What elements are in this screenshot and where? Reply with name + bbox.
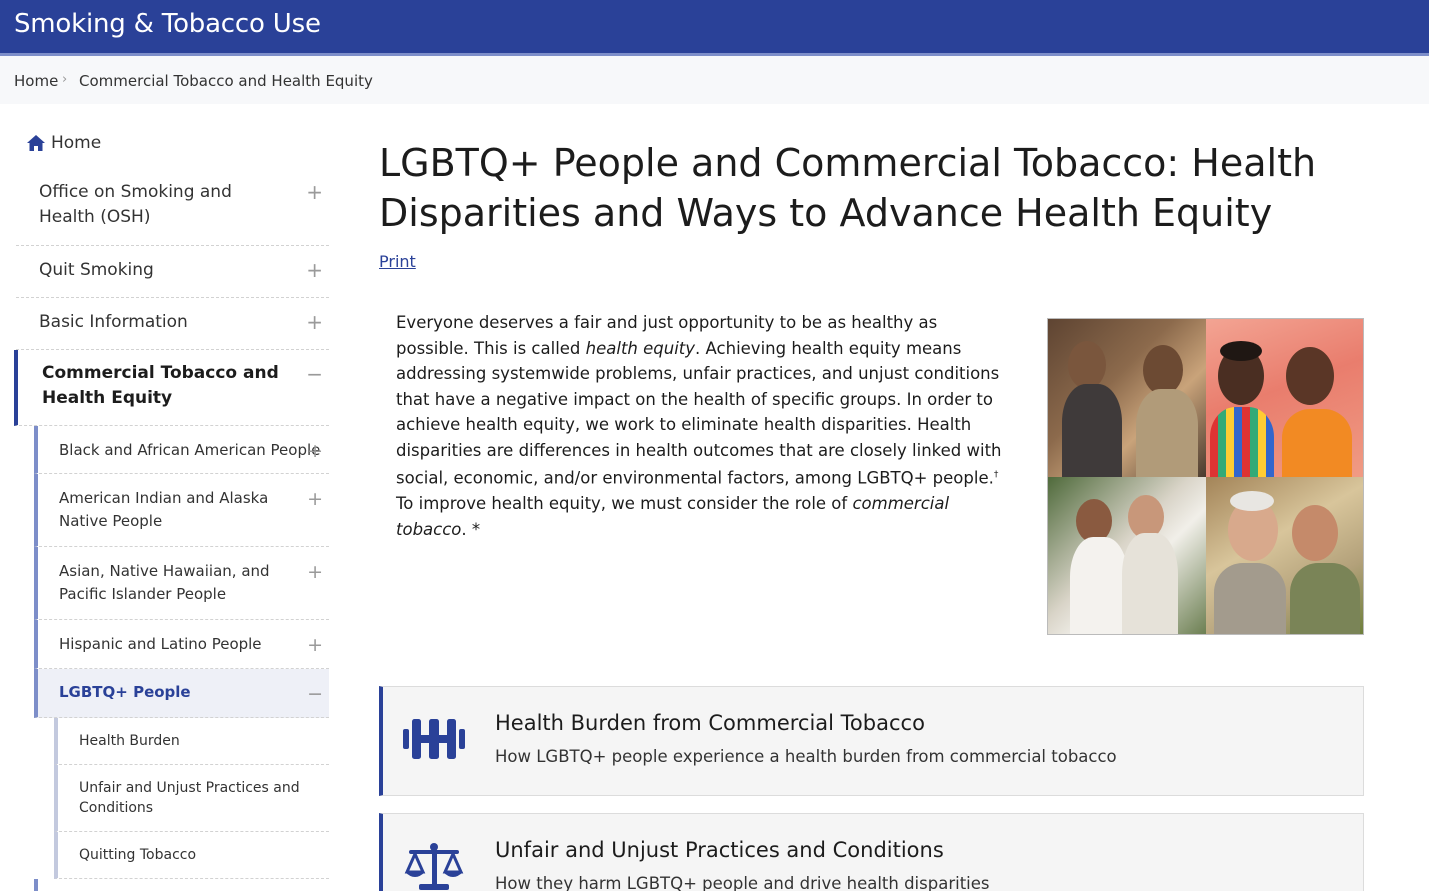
- sidebar-home-link[interactable]: Home: [26, 133, 101, 153]
- card-health-burden[interactable]: Health Burden from Commercial Tobacco Ho…: [379, 686, 1364, 796]
- photo-two-people-laughing: [1205, 319, 1363, 477]
- sidebar-subitem-hispanic-latino[interactable]: Hispanic and Latino People +: [34, 620, 329, 669]
- photo-older-couple-smiling: [1205, 476, 1363, 634]
- plus-icon[interactable]: +: [307, 489, 323, 509]
- intro-text: . Achieving health equity means addressi…: [396, 338, 1002, 488]
- sidebar-subsubitem-quitting-tobacco[interactable]: Quitting Tobacco: [54, 832, 329, 879]
- plus-icon[interactable]: +: [307, 441, 323, 461]
- sidebar-item-label: Office on Smoking and Health (OSH): [39, 182, 232, 227]
- breadcrumb-home-link[interactable]: Home: [14, 72, 58, 90]
- sidebar-subitem-label: Asian, Native Hawaiian, and Pacific Isla…: [59, 562, 270, 603]
- sidebar-subsubitem-unfair-practices[interactable]: Unfair and Unjust Practices and Conditio…: [54, 765, 329, 832]
- intro-text: To improve health equity, we must consid…: [396, 494, 853, 513]
- card-title: Health Burden from Commercial Tobacco: [495, 711, 925, 735]
- plus-icon[interactable]: +: [306, 260, 323, 280]
- sidebar-subitem-american-indian[interactable]: American Indian and Alaska Native People…: [34, 474, 329, 547]
- sidebar-subitem-label: Black and African American People: [59, 441, 321, 459]
- sidebar-subsubitem-health-burden[interactable]: Health Burden: [54, 718, 329, 765]
- intro-paragraph: Everyone deserves a fair and just opport…: [396, 310, 1006, 542]
- site-title-link[interactable]: Smoking & Tobacco Use: [14, 8, 321, 40]
- sidebar-subsubitem-label: Quitting Tobacco: [79, 847, 197, 863]
- card-title: Unfair and Unjust Practices and Conditio…: [495, 838, 944, 862]
- sidebar-subitem-label: Hispanic and Latino People: [59, 635, 262, 653]
- card-subtitle: How LGBTQ+ people experience a health bu…: [495, 747, 1117, 766]
- plus-icon[interactable]: +: [307, 635, 323, 655]
- minus-icon[interactable]: −: [307, 684, 323, 704]
- sidebar-subitem-asian-nhpi[interactable]: Asian, Native Hawaiian, and Pacific Isla…: [34, 547, 329, 620]
- page-title: LGBTQ+ People and Commercial Tobacco: He…: [379, 141, 1317, 235]
- plus-icon[interactable]: +: [307, 562, 323, 582]
- card-unfair-practices[interactable]: Unfair and Unjust Practices and Conditio…: [379, 813, 1364, 891]
- chevron-right-icon: ›: [62, 72, 68, 87]
- sidebar-item-health-equity[interactable]: Commercial Tobacco and Health Equity −: [14, 350, 329, 426]
- sidebar-continuation-bar: [34, 879, 38, 891]
- intro-emphasis-health-equity: health equity: [585, 338, 696, 358]
- sidebar-home-label: Home: [51, 133, 102, 153]
- sidebar-subitem-label: American Indian and Alaska Native People: [59, 489, 269, 530]
- footnote-marker[interactable]: †: [994, 470, 999, 480]
- plus-icon[interactable]: +: [306, 182, 323, 202]
- dumbbell-icon: [403, 719, 465, 759]
- sidebar-item-basic-information[interactable]: Basic Information +: [16, 298, 329, 350]
- sidebar-subsubitem-label: Unfair and Unjust Practices and Conditio…: [79, 780, 300, 816]
- photo-couple-embracing: [1048, 476, 1206, 634]
- site-header: Smoking & Tobacco Use: [0, 0, 1429, 53]
- breadcrumb: Home › Commercial Tobacco and Health Equ…: [0, 56, 1429, 104]
- sidebar-subitem-black-african-american[interactable]: Black and African American People +: [34, 426, 329, 474]
- print-link[interactable]: Print: [379, 252, 416, 271]
- card-subtitle: How they harm LGBTQ+ people and drive he…: [495, 874, 990, 891]
- photo-two-people-talking: [1048, 319, 1206, 477]
- sidebar-item-label: Basic Information: [39, 312, 188, 332]
- breadcrumb-current-link[interactable]: Commercial Tobacco and Health Equity: [79, 72, 373, 90]
- scales-icon: [404, 843, 464, 890]
- minus-icon[interactable]: −: [306, 364, 323, 384]
- photo-collage: [1047, 318, 1364, 635]
- intro-text: . *: [461, 519, 481, 539]
- sidebar-subitem-label: LGBTQ+ People: [59, 683, 191, 701]
- sidebar-item-label: Quit Smoking: [39, 260, 154, 280]
- home-icon: [27, 135, 45, 151]
- sidebar-item-osh[interactable]: Office on Smoking and Health (OSH) +: [16, 168, 329, 246]
- sidebar-subsubitem-label: Health Burden: [79, 733, 180, 749]
- plus-icon[interactable]: +: [306, 312, 323, 332]
- sidebar-item-label: Commercial Tobacco and Health Equity: [42, 363, 279, 408]
- sidebar-item-quit-smoking[interactable]: Quit Smoking +: [16, 246, 329, 298]
- sidebar-subitem-lgbtq[interactable]: LGBTQ+ People −: [34, 669, 329, 718]
